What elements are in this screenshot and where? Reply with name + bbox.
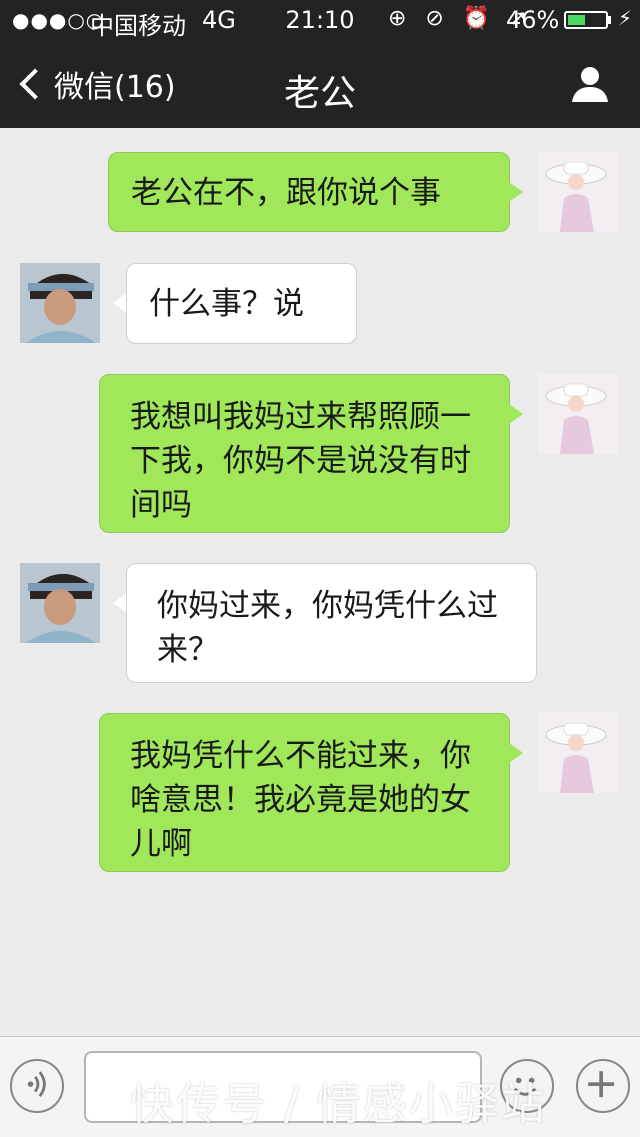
charging-icon: ⚡ xyxy=(618,6,633,30)
message-text: 你妈过来，你妈凭什么过来？ xyxy=(157,588,498,668)
battery-icon xyxy=(564,11,608,29)
avatar-self[interactable] xyxy=(538,713,618,793)
bubble-tail xyxy=(509,743,523,763)
avatar-self[interactable] xyxy=(538,152,618,232)
avatar-husband[interactable] xyxy=(20,563,100,643)
voice-button[interactable] xyxy=(10,1059,64,1113)
message-text: 老公在不，跟你说个事 xyxy=(131,175,441,211)
avatar-self[interactable] xyxy=(538,374,618,454)
status-bar: ●●●○○ 中国移动 4G 21:10 ⊕ ⊘ ⏰ ➚ 46% ⚡ xyxy=(0,0,640,40)
battery-percent: 46% xyxy=(506,6,560,34)
battery-cap xyxy=(608,16,611,24)
message-bubble[interactable]: 你妈过来，你妈凭什么过来？ xyxy=(126,563,537,683)
message-bubble[interactable]: 什么事？说 xyxy=(126,263,357,344)
voice-icon xyxy=(27,1071,46,1098)
more-button[interactable] xyxy=(576,1059,630,1113)
nav-bar: 微信(16) 老公 xyxy=(0,40,640,128)
message-text: 什么事？说 xyxy=(149,286,304,322)
chat-title: 老公 xyxy=(283,73,356,114)
message-bubble[interactable]: 我妈凭什么不能过来，你啥意思！我必竟是她的女儿啊 xyxy=(99,713,510,872)
avatar-husband[interactable] xyxy=(20,263,100,343)
message-bubble[interactable]: 我想叫我妈过来帮照顾一下我，你妈不是说没有时间吗 xyxy=(99,374,510,533)
bubble-tail xyxy=(509,404,523,424)
bubble-tail xyxy=(113,293,127,313)
bubble-tail xyxy=(509,182,523,202)
message-text: 我妈凭什么不能过来，你啥意思！我必竟是她的女儿啊 xyxy=(130,738,471,862)
message-text: 我想叫我妈过来帮照顾一下我，你妈不是说没有时间吗 xyxy=(130,399,471,523)
bubble-tail xyxy=(113,593,127,613)
message-bubble[interactable]: 老公在不，跟你说个事 xyxy=(108,152,510,232)
plus-icon xyxy=(588,1071,615,1098)
watermark-text: 快传号 / 情感小驿站 xyxy=(130,1079,547,1130)
contact-info-icon[interactable] xyxy=(570,64,610,104)
